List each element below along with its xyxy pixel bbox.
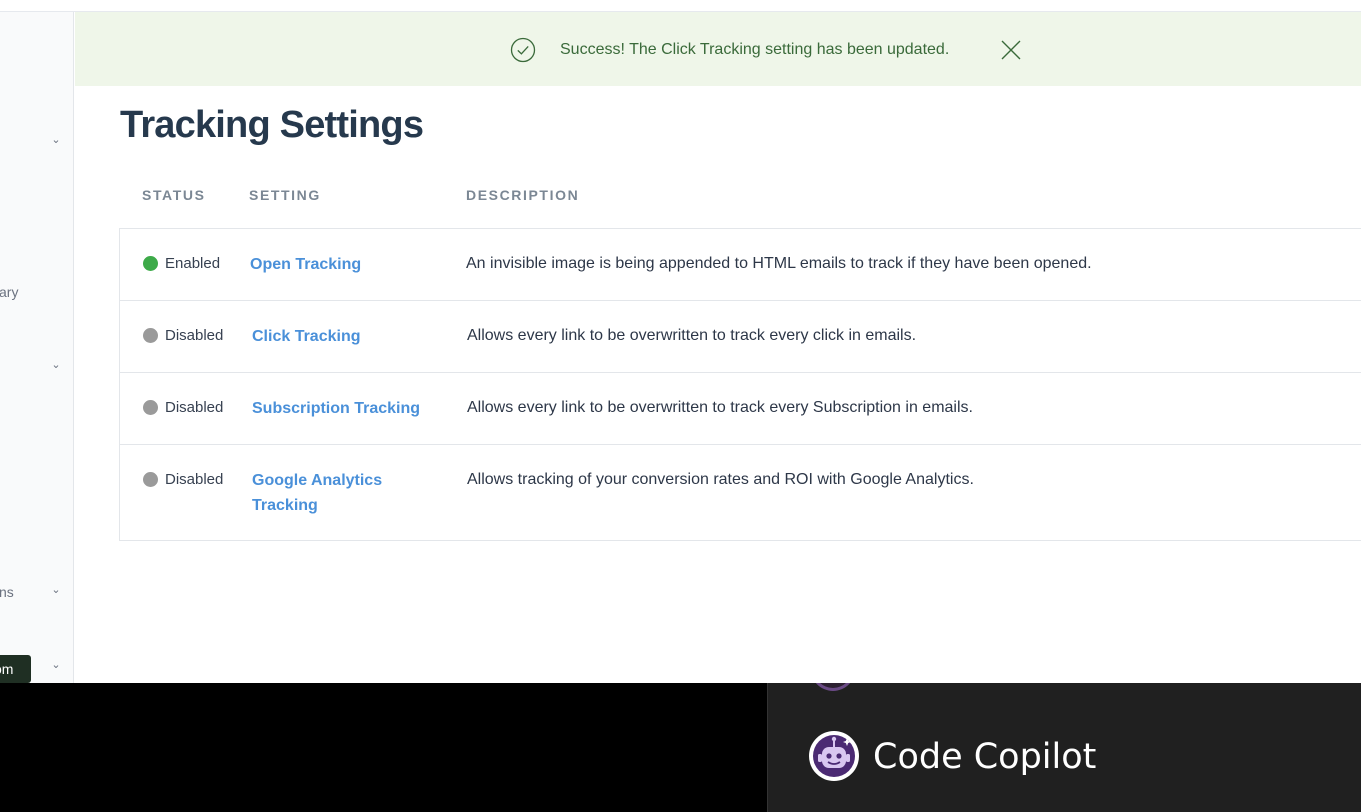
column-header-setting: SETTING (249, 187, 321, 203)
setting-link-subscription-tracking[interactable]: Subscription Tracking (252, 396, 442, 421)
setting-description: Allows every link to be overwritten to t… (467, 399, 973, 416)
chevron-down-icon[interactable]: ⌄ (50, 359, 62, 371)
tooltip-text: om (0, 661, 14, 677)
setting-description: An invisible image is being appended to … (466, 255, 1092, 272)
tracking-settings-table: Enabled Open Tracking An invisible image… (119, 228, 1361, 541)
sidebar-tooltip: om (0, 655, 31, 683)
status-dot (143, 472, 158, 487)
banner-message: Success! The Click Tracking setting has … (560, 41, 950, 58)
copilot-panel: Code Copilot (767, 683, 1361, 812)
status-label: Disabled (165, 471, 224, 488)
avatar (810, 683, 856, 691)
check-circle-icon (510, 37, 536, 63)
setting-description: Allows every link to be overwritten to t… (467, 327, 917, 344)
table-row: Enabled Open Tracking An invisible image… (120, 229, 1361, 301)
close-icon[interactable] (1000, 39, 1022, 61)
sidebar-item-label[interactable]: ns (0, 584, 14, 600)
sidebar-item-label[interactable]: ary (0, 284, 18, 300)
table-row: Disabled Google Analytics Tracking Allow… (120, 445, 1361, 541)
chevron-down-icon[interactable]: ⌄ (50, 584, 62, 596)
status-label: Enabled (165, 255, 221, 272)
status-dot (143, 400, 158, 415)
main-content: Success! The Click Tracking setting has … (75, 12, 1361, 683)
column-header-description: DESCRIPTION (466, 187, 580, 203)
page-title: Tracking Settings (120, 104, 424, 146)
sidebar: ⌄ ary ⌄ ns ⌄ om ⌄ (0, 12, 74, 683)
setting-link-open-tracking[interactable]: Open Tracking (250, 252, 440, 277)
robot-avatar-icon[interactable] (808, 730, 860, 782)
setting-description: Allows tracking of your conversion rates… (467, 471, 974, 488)
chevron-down-icon[interactable]: ⌄ (50, 134, 62, 146)
column-header-status: STATUS (142, 187, 206, 203)
success-banner: Success! The Click Tracking setting has … (75, 12, 1361, 86)
setting-link-click-tracking[interactable]: Click Tracking (252, 324, 442, 349)
setting-link-google-analytics-tracking[interactable]: Google Analytics Tracking (252, 468, 422, 518)
top-bar (0, 0, 1361, 12)
copilot-name: Code Copilot (873, 737, 1097, 777)
table-row: Disabled Click Tracking Allows every lin… (120, 301, 1361, 373)
table-row: Disabled Subscription Tracking Allows ev… (120, 373, 1361, 445)
black-panel (0, 683, 767, 812)
status-label: Disabled (165, 327, 224, 344)
status-dot (143, 256, 158, 271)
status-label: Disabled (165, 399, 224, 416)
chevron-down-icon[interactable]: ⌄ (50, 659, 62, 671)
status-dot (143, 328, 158, 343)
